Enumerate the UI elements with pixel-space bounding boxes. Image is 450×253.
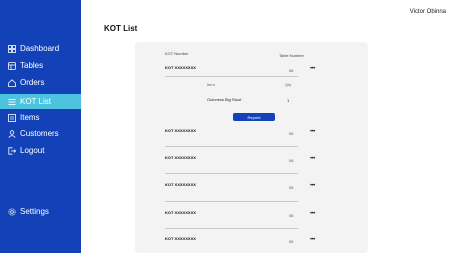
more-options-icon[interactable]: ••• (310, 183, 315, 189)
column-header-item: Item (207, 82, 215, 87)
column-header-kot-number: KOT Number (165, 51, 189, 56)
sidebar-item-tables[interactable]: Tables (0, 58, 81, 73)
divider (165, 228, 298, 229)
sidebar-item-label: Tables (20, 61, 44, 70)
user-name[interactable]: Victor Obinna (410, 9, 446, 15)
divider (165, 76, 298, 77)
more-options-icon[interactable]: ••• (310, 237, 315, 243)
kot-number: KOT XXXXXXXX (165, 155, 196, 160)
sidebar-item-orders[interactable]: Orders (0, 75, 81, 90)
dashboard-icon (8, 44, 16, 53)
item-qty: 1 (287, 98, 290, 103)
table-number: 06 (289, 131, 294, 136)
sidebar-item-label: Customers (20, 129, 59, 138)
sidebar-item-kot-list[interactable]: KOT List (0, 94, 81, 109)
more-options-icon[interactable]: ••• (310, 66, 315, 72)
more-options-icon[interactable]: ••• (310, 156, 315, 162)
sidebar-item-dashboard[interactable]: Dashboard (0, 41, 81, 56)
kot-number: KOT XXXXXXXX (165, 210, 196, 215)
divider (165, 173, 298, 174)
item-name: Guinness Big Stout (207, 97, 242, 102)
more-options-icon[interactable]: ••• (310, 129, 315, 135)
sidebar: Dashboard Tables Orders KOT List Items C… (0, 0, 81, 253)
orders-icon (8, 78, 16, 87)
tables-icon (8, 61, 16, 70)
column-header-qty: Qty (285, 82, 292, 87)
kot-number: KOT XXXXXXXX (165, 128, 196, 133)
table-number: 06 (289, 239, 294, 244)
items-icon (8, 113, 16, 122)
table-number: 06 (289, 213, 294, 218)
gear-icon (8, 207, 16, 216)
kot-list-card: KOT Number Table Number KOT XXXXXXXX 06 … (135, 42, 368, 253)
table-number: 06 (289, 158, 294, 163)
kot-number: KOT XXXXXXXX (165, 236, 196, 241)
customers-icon (8, 129, 16, 138)
table-number: 06 (289, 185, 294, 190)
sidebar-item-settings[interactable]: Settings (0, 204, 81, 219)
sidebar-item-label: Dashboard (20, 44, 60, 53)
sidebar-item-label: Logout (20, 146, 45, 155)
kot-list-icon (8, 98, 16, 106)
page-title: KOT List (104, 24, 138, 33)
kot-number: KOT XXXXXXXX (165, 65, 196, 70)
column-header-table-number: Table Number (279, 53, 304, 58)
sidebar-item-label: Orders (20, 78, 45, 87)
sidebar-item-items[interactable]: Items (0, 110, 81, 125)
sidebar-item-logout[interactable]: Logout (0, 143, 81, 158)
sidebar-item-label: KOT List (20, 97, 51, 106)
divider (165, 146, 298, 147)
reprint-button[interactable]: Reprint (233, 113, 275, 121)
divider (165, 201, 298, 202)
sidebar-item-label: Items (20, 113, 40, 122)
logout-icon (8, 146, 16, 155)
sidebar-item-customers[interactable]: Customers (0, 126, 81, 141)
kot-number: KOT XXXXXXXX (165, 182, 196, 187)
sidebar-item-label: Settings (20, 207, 49, 216)
more-options-icon[interactable]: ••• (310, 211, 315, 217)
table-number: 06 (289, 68, 294, 73)
